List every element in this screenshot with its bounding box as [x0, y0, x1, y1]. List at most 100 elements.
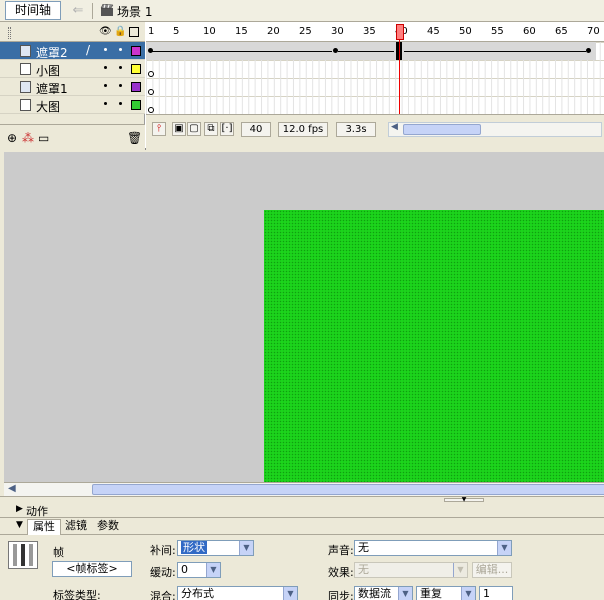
- layer-row[interactable]: 遮罩1: [0, 78, 145, 96]
- playhead-marker[interactable]: [396, 24, 404, 40]
- timeline-toggle-button[interactable]: 时间轴: [5, 1, 61, 20]
- keyframe[interactable]: [148, 48, 153, 53]
- dropdown-arrow-icon[interactable]: ▼: [283, 587, 297, 600]
- layer-list: 👁 🔒 遮罩2 / 小图 遮罩1 大图 ⊕ ⁂ ▭ 🗑: [0, 22, 145, 150]
- sound-select[interactable]: 无 ▼: [354, 540, 512, 556]
- scene-breadcrumb[interactable]: 场景 1: [117, 3, 152, 20]
- trash-icon[interactable]: 🗑: [127, 131, 142, 145]
- ruler-label: 30: [331, 26, 344, 37]
- stage-left-edge: [0, 152, 4, 496]
- repeat-count-input[interactable]: 1: [479, 586, 513, 600]
- layer-row[interactable]: 遮罩2 /: [0, 42, 145, 60]
- repeat-select[interactable]: 重复 ▼: [416, 586, 476, 600]
- elapsed-time-field: 3.3s: [336, 122, 376, 137]
- modify-onion-markers-icon[interactable]: [·]: [220, 122, 234, 136]
- actions-panel-header[interactable]: ▶ 动作: [0, 502, 604, 518]
- edit-button[interactable]: 编辑...: [472, 562, 512, 578]
- layer-name[interactable]: 大图: [36, 98, 60, 115]
- insert-layer-icon[interactable]: ⊕: [7, 131, 17, 145]
- frame-grid[interactable]: [146, 42, 604, 114]
- layer-tools-bar: ⊕ ⁂ ▭ 🗑: [0, 124, 145, 150]
- blend-select[interactable]: 分布式 ▼: [177, 586, 298, 600]
- frame-ruler[interactable]: 1 5 10 15 20 25 30 35 40 45 50 55 60 65 …: [146, 22, 604, 42]
- frame-name-input[interactable]: <帧标签>: [52, 561, 132, 577]
- layer-color-swatch[interactable]: [131, 46, 141, 56]
- collapse-arrow-icon[interactable]: ▼: [16, 520, 23, 530]
- lock-icon[interactable]: 🔒: [114, 26, 126, 38]
- green-shape[interactable]: [264, 210, 604, 482]
- ruler-label: 5: [173, 26, 180, 37]
- edit-multiple-frames-icon[interactable]: ⧉: [204, 122, 218, 136]
- back-arrow-icon[interactable]: ⇐: [70, 3, 86, 19]
- ease-value[interactable]: 0: [181, 563, 188, 576]
- visibility-dot[interactable]: [104, 48, 107, 51]
- properties-panel: 帧 <帧标签> 标签类型: 补间: 形状 ▼ 缓动: 0 ▼ 混合: 分布式 ▼…: [0, 535, 604, 600]
- layer-color-swatch[interactable]: [131, 82, 141, 92]
- dropdown-arrow-icon[interactable]: ▼: [461, 587, 475, 600]
- sync-value: 数据流: [358, 587, 391, 600]
- ease-label: 缓动:: [150, 566, 176, 579]
- tab-parameters[interactable]: 参数: [92, 519, 124, 535]
- onion-skin-icon[interactable]: ▣: [172, 122, 186, 136]
- layer-name[interactable]: 遮罩1: [36, 80, 68, 97]
- ruler-label: 45: [427, 26, 440, 37]
- actions-title[interactable]: 动作: [26, 503, 48, 519]
- add-motion-guide-icon[interactable]: ⁂: [22, 131, 34, 145]
- lock-dot[interactable]: [119, 84, 122, 87]
- effect-select[interactable]: 无 ▼: [354, 562, 468, 578]
- layer-row[interactable]: 小图: [0, 60, 145, 78]
- dropdown-arrow-icon: ▼: [453, 563, 467, 577]
- ruler-label: 1: [148, 26, 155, 37]
- lock-dot[interactable]: [119, 48, 122, 51]
- ruler-label: 60: [523, 26, 536, 37]
- insert-folder-icon[interactable]: ▭: [38, 131, 49, 145]
- lock-dot[interactable]: [119, 102, 122, 105]
- stage-hscroll[interactable]: ◀: [4, 482, 604, 496]
- properties-panel-tabs: ▼ 属性 滤镜 参数: [0, 518, 604, 535]
- frame-area: 1 5 10 15 20 25 30 35 40 45 50 55 60 65 …: [146, 22, 604, 150]
- scroll-left-icon[interactable]: ◀: [391, 122, 398, 132]
- layer-color-swatch[interactable]: [131, 64, 141, 74]
- sync-select[interactable]: 数据流 ▼: [354, 586, 413, 600]
- timeline-panel: 👁 🔒 遮罩2 / 小图 遮罩1 大图 ⊕ ⁂ ▭ 🗑 1 5 10 15 20…: [0, 22, 604, 150]
- onion-outline-icon[interactable]: ▢: [187, 122, 201, 136]
- empty-keyframe[interactable]: [148, 71, 154, 77]
- layer-name[interactable]: 小图: [36, 62, 60, 79]
- timeline-hscroll[interactable]: ◀: [388, 122, 602, 137]
- ease-input[interactable]: 0 ▼: [177, 562, 221, 578]
- frame-rate-field[interactable]: 12.0 fps: [278, 122, 328, 137]
- keyframe[interactable]: [586, 48, 591, 53]
- visibility-dot[interactable]: [104, 102, 107, 105]
- layer-color-swatch[interactable]: [131, 100, 141, 110]
- tab-properties[interactable]: 属性: [27, 519, 61, 535]
- layer-row[interactable]: 大图: [0, 96, 145, 114]
- visibility-dot[interactable]: [104, 66, 107, 69]
- sync-label: 同步:: [328, 590, 354, 600]
- scroll-left-icon[interactable]: ◀: [8, 483, 16, 494]
- layer-name[interactable]: 遮罩2: [36, 44, 68, 61]
- outline-icon[interactable]: [129, 27, 139, 37]
- drag-grip[interactable]: [8, 27, 11, 39]
- mask-layer-icon: [20, 45, 31, 57]
- ruler-label: 20: [267, 26, 280, 37]
- empty-keyframe[interactable]: [148, 89, 154, 95]
- effect-label: 效果:: [328, 566, 354, 579]
- scroll-thumb[interactable]: [403, 124, 481, 135]
- visibility-dot[interactable]: [104, 84, 107, 87]
- scroll-thumb[interactable]: [92, 484, 604, 495]
- eye-icon[interactable]: 👁: [99, 26, 112, 38]
- lock-dot[interactable]: [119, 66, 122, 69]
- dropdown-arrow-icon[interactable]: ▼: [239, 541, 253, 555]
- empty-keyframe[interactable]: [148, 107, 154, 113]
- dropdown-arrow-icon[interactable]: ▼: [497, 541, 511, 555]
- masked-layer-icon: [20, 63, 31, 75]
- ruler-label: 25: [299, 26, 312, 37]
- current-frame-field: 40: [241, 122, 271, 137]
- sound-value: 无: [358, 541, 369, 554]
- tween-select[interactable]: 形状 ▼: [177, 540, 254, 556]
- expand-arrow-icon[interactable]: ▶: [16, 504, 23, 514]
- center-frame-icon[interactable]: ⫯: [152, 122, 166, 136]
- tab-filters[interactable]: 滤镜: [60, 519, 92, 535]
- dropdown-arrow-icon[interactable]: ▼: [398, 587, 412, 600]
- dropdown-arrow-icon[interactable]: ▼: [206, 563, 220, 577]
